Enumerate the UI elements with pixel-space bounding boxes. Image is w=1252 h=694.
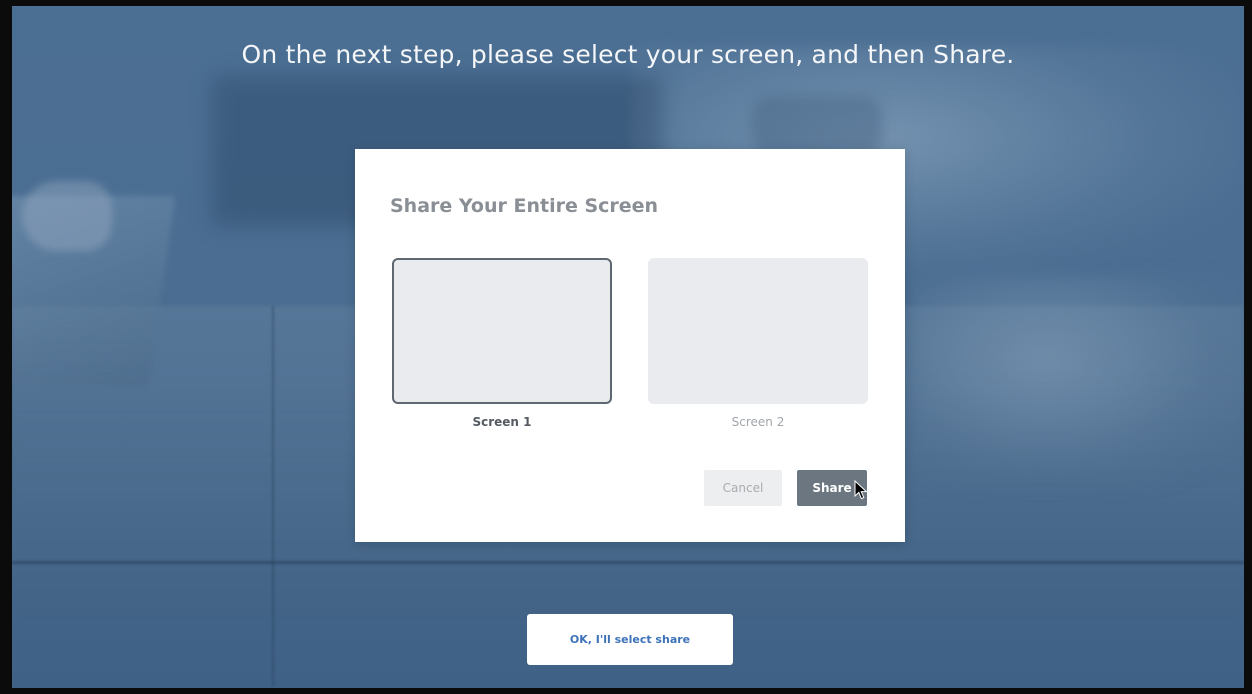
screen-1-label: Screen 1 [472, 415, 532, 429]
window-frame: On the next step, please select your scr… [0, 0, 1252, 694]
background-stage: On the next step, please select your scr… [12, 6, 1244, 688]
screen-option-1[interactable]: Screen 1 [392, 258, 612, 429]
background-photo-hand [22, 181, 112, 251]
background-photo-arm [912, 276, 1244, 486]
instruction-headline: On the next step, please select your scr… [241, 40, 1015, 69]
background-photo-cup [752, 96, 882, 156]
screen-option-2[interactable]: Screen 2 [648, 258, 868, 429]
cancel-button[interactable]: Cancel [704, 470, 782, 506]
background-photo-desk-edge [12, 561, 1244, 564]
screen-1-thumbnail[interactable] [392, 258, 612, 404]
ok-select-share-button[interactable]: OK, I'll select share [527, 614, 733, 665]
share-screen-dialog: Share Your Entire Screen Screen 1 Screen… [355, 149, 905, 542]
screen-2-thumbnail[interactable] [648, 258, 868, 404]
screen-2-label: Screen 2 [731, 415, 785, 429]
background-photo-desk-seam [272, 306, 274, 686]
background-photo-laptop [12, 196, 176, 386]
mouse-pointer-icon [854, 480, 868, 500]
dialog-title: Share Your Entire Screen [390, 195, 659, 217]
